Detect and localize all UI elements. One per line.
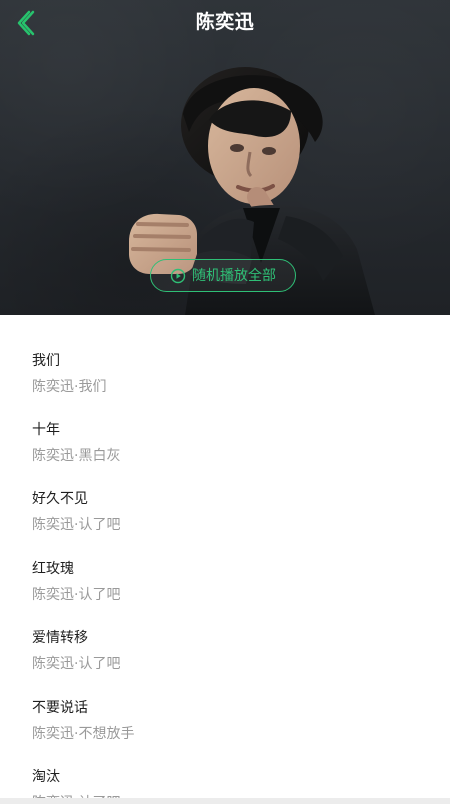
song-subtitle: 陈奕迅·不想放手 bbox=[32, 726, 135, 742]
song-item[interactable]: 我们 陈奕迅·我们 bbox=[0, 351, 450, 421]
song-item[interactable]: 好久不见 陈奕迅·认了吧 bbox=[0, 489, 450, 559]
song-list: 我们 陈奕迅·我们 十年 陈奕迅·黑白灰 好久不见 陈奕迅·认了吧 红玫瑰 陈奕… bbox=[0, 315, 450, 804]
bottom-divider bbox=[0, 798, 450, 804]
page-title: 陈奕迅 bbox=[195, 11, 255, 33]
song-item[interactable]: 爱情转移 陈奕迅·认了吧 bbox=[0, 628, 450, 698]
song-title: 好久不见 bbox=[32, 491, 88, 507]
song-subtitle: 陈奕迅·黑白灰 bbox=[32, 448, 121, 464]
song-title: 十年 bbox=[32, 422, 60, 438]
song-subtitle: 陈奕迅·认了吧 bbox=[32, 656, 121, 672]
song-subtitle: 陈奕迅·认了吧 bbox=[32, 587, 121, 603]
song-item[interactable]: 红玫瑰 陈奕迅·认了吧 bbox=[0, 559, 450, 629]
song-title: 我们 bbox=[32, 353, 60, 369]
song-title: 不要说话 bbox=[32, 700, 88, 716]
song-title: 淘汰 bbox=[32, 769, 60, 785]
song-subtitle: 陈奕迅·认了吧 bbox=[32, 517, 121, 533]
shuffle-play-all-button[interactable]: 随机播放全部 bbox=[150, 259, 296, 292]
song-item[interactable]: 十年 陈奕迅·黑白灰 bbox=[0, 420, 450, 490]
play-circle-icon bbox=[170, 268, 186, 284]
song-title: 爱情转移 bbox=[32, 630, 88, 646]
song-item[interactable]: 不要说话 陈奕迅·不想放手 bbox=[0, 698, 450, 768]
artist-hero: 陈奕迅 随机播放全部 bbox=[0, 0, 450, 315]
artist-page: 陈奕迅 随机播放全部 我们 陈奕迅·我们 十年 陈奕迅·黑白灰 好久不见 陈奕迅… bbox=[0, 0, 450, 804]
song-title: 红玫瑰 bbox=[32, 561, 74, 577]
play-all-label: 随机播放全部 bbox=[192, 267, 276, 284]
song-subtitle: 陈奕迅·我们 bbox=[32, 379, 107, 395]
